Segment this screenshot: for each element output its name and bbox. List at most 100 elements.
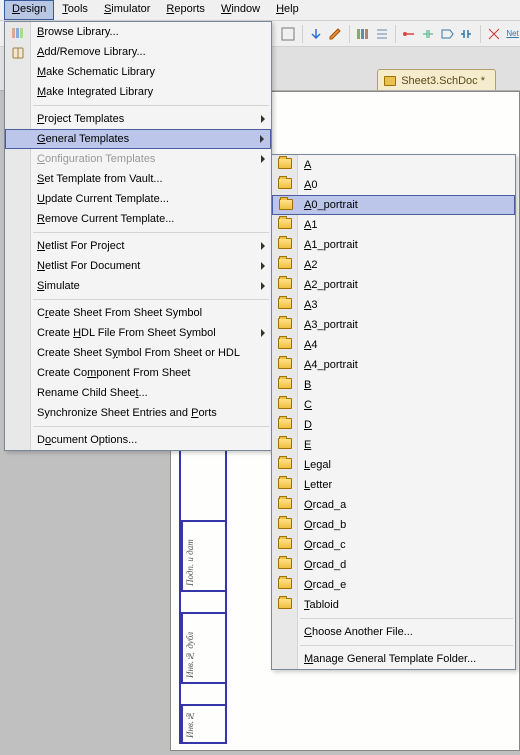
design-menu-item[interactable]: Set Template from Vault...	[5, 169, 271, 189]
template-menu-item[interactable]: B	[272, 375, 515, 395]
template-menu-item[interactable]: A	[272, 155, 515, 175]
menu-item-label: Choose Another File...	[304, 626, 413, 638]
submenu-arrow-icon	[261, 329, 265, 337]
folder-icon	[278, 398, 292, 409]
design-menu-item[interactable]: Remove Current Template...	[5, 209, 271, 229]
template-menu-item[interactable]: A1	[272, 215, 515, 235]
template-footer-item[interactable]: Manage General Template Folder...	[272, 649, 515, 669]
library-icon	[10, 25, 26, 41]
menu-item-label: Document Options...	[37, 434, 137, 446]
folder-icon	[278, 318, 292, 329]
design-menu-item[interactable]: Create HDL File From Sheet Symbol	[5, 323, 271, 343]
template-menu-item[interactable]: A0_portrait	[272, 195, 515, 215]
menu-item-label: Simulate	[37, 280, 80, 292]
design-menu-item[interactable]: General Templates	[5, 129, 271, 149]
template-menu-item[interactable]: A3	[272, 295, 515, 315]
design-menu-item[interactable]: Browse Library...	[5, 22, 271, 42]
template-menu-item[interactable]: A0	[272, 175, 515, 195]
bracket-icon[interactable]	[459, 24, 474, 44]
design-menu-item[interactable]: Synchronize Sheet Entries and Ports	[5, 403, 271, 423]
toolbar-separator	[395, 25, 396, 43]
design-menu-item[interactable]: Netlist For Project	[5, 236, 271, 256]
menu-item-label: E	[304, 439, 311, 451]
net-label-icon[interactable]: Net	[505, 24, 520, 44]
design-menu-item[interactable]: Add/Remove Library...	[5, 42, 271, 62]
titleblock-label-3: Инв.№	[181, 706, 203, 742]
template-menu-item[interactable]: E	[272, 435, 515, 455]
template-menu-item[interactable]: Orcad_c	[272, 535, 515, 555]
design-menu-item[interactable]: Netlist For Document	[5, 256, 271, 276]
folder-icon	[278, 298, 292, 309]
menu-item-label: Orcad_a	[304, 499, 346, 511]
template-menu-item[interactable]: Orcad_b	[272, 515, 515, 535]
net-icon-2[interactable]	[421, 24, 436, 44]
template-menu-item[interactable]: Orcad_a	[272, 495, 515, 515]
menubar-item-window[interactable]: Window	[213, 0, 268, 20]
template-menu-item[interactable]: A2	[272, 255, 515, 275]
folder-icon	[278, 218, 292, 229]
template-menu-item[interactable]: A3_portrait	[272, 315, 515, 335]
pencil-icon[interactable]	[328, 24, 343, 44]
menubar-item-reports[interactable]: Reports	[158, 0, 213, 20]
menu-item-label: Update Current Template...	[37, 193, 169, 205]
template-footer-item[interactable]: Choose Another File...	[272, 622, 515, 642]
cross-icon[interactable]	[486, 24, 501, 44]
menubar-item-simulator[interactable]: Simulator	[96, 0, 158, 20]
document-tab-label: Sheet3.SchDoc *	[401, 75, 485, 87]
menu-item-label: Synchronize Sheet Entries and Ports	[37, 407, 217, 419]
menu-separator	[300, 618, 513, 619]
menu-item-label: Orcad_d	[304, 559, 346, 571]
menu-item-label: A4	[304, 339, 317, 351]
menu-item-label: Netlist For Project	[37, 240, 124, 252]
menu-item-label: A4_portrait	[304, 359, 358, 371]
menubar-item-tools[interactable]: Tools	[54, 0, 96, 20]
design-menu-item[interactable]: Project Templates	[5, 109, 271, 129]
template-menu-item[interactable]: Orcad_e	[272, 575, 515, 595]
template-menu-item[interactable]: A4_portrait	[272, 355, 515, 375]
document-icon	[384, 76, 396, 86]
menu-item-label: Rename Child Sheet...	[37, 387, 148, 399]
template-menu-item[interactable]: Tabloid	[272, 595, 515, 615]
port-icon[interactable]	[440, 24, 455, 44]
menu-item-label: Make Integrated Library	[37, 86, 153, 98]
template-menu-item[interactable]: Letter	[272, 475, 515, 495]
folder-icon	[278, 558, 292, 569]
toolbar-icon-1[interactable]	[280, 24, 296, 44]
menu-separator	[300, 645, 513, 646]
design-menu-item[interactable]: Create Component From Sheet	[5, 363, 271, 383]
document-tab-sheet3[interactable]: Sheet3.SchDoc *	[377, 69, 496, 90]
list-tool-icon[interactable]	[374, 24, 389, 44]
menubar-item-help[interactable]: Help	[268, 0, 307, 20]
design-menu-item[interactable]: Create Sheet From Sheet Symbol	[5, 303, 271, 323]
menu-item-label: Create Component From Sheet	[37, 367, 190, 379]
design-menu-item[interactable]: Create Sheet Symbol From Sheet or HDL	[5, 343, 271, 363]
down-arrow-icon[interactable]	[309, 24, 324, 44]
folder-icon	[278, 258, 292, 269]
design-menu-item[interactable]: Rename Child Sheet...	[5, 383, 271, 403]
library-tool-icon[interactable]	[355, 24, 370, 44]
template-menu-item[interactable]: Orcad_d	[272, 555, 515, 575]
menu-item-label: C	[304, 399, 312, 411]
menu-item-label: A1_portrait	[304, 239, 358, 251]
menubar-item-design[interactable]: Design	[4, 0, 54, 20]
menu-separator	[33, 232, 269, 233]
menu-separator	[33, 426, 269, 427]
template-menu-item[interactable]: D	[272, 415, 515, 435]
folder-icon	[278, 598, 292, 609]
design-menu-item[interactable]: Document Options...	[5, 430, 271, 450]
design-menu-item[interactable]: Make Schematic Library	[5, 62, 271, 82]
template-menu-item[interactable]: C	[272, 395, 515, 415]
net-icon-1[interactable]	[402, 24, 417, 44]
titleblock-label-2: Инв.№ дубл	[181, 614, 203, 682]
design-menu-item[interactable]: Simulate	[5, 276, 271, 296]
menu-item-label: Orcad_b	[304, 519, 346, 531]
menu-item-label: A3	[304, 299, 317, 311]
template-menu-item[interactable]: Legal	[272, 455, 515, 475]
design-menu-item[interactable]: Update Current Template...	[5, 189, 271, 209]
submenu-arrow-icon	[261, 282, 265, 290]
design-menu-item[interactable]: Make Integrated Library	[5, 82, 271, 102]
template-menu-item[interactable]: A2_portrait	[272, 275, 515, 295]
template-menu-item[interactable]: A1_portrait	[272, 235, 515, 255]
template-menu-item[interactable]: A4	[272, 335, 515, 355]
folder-icon	[278, 498, 292, 509]
